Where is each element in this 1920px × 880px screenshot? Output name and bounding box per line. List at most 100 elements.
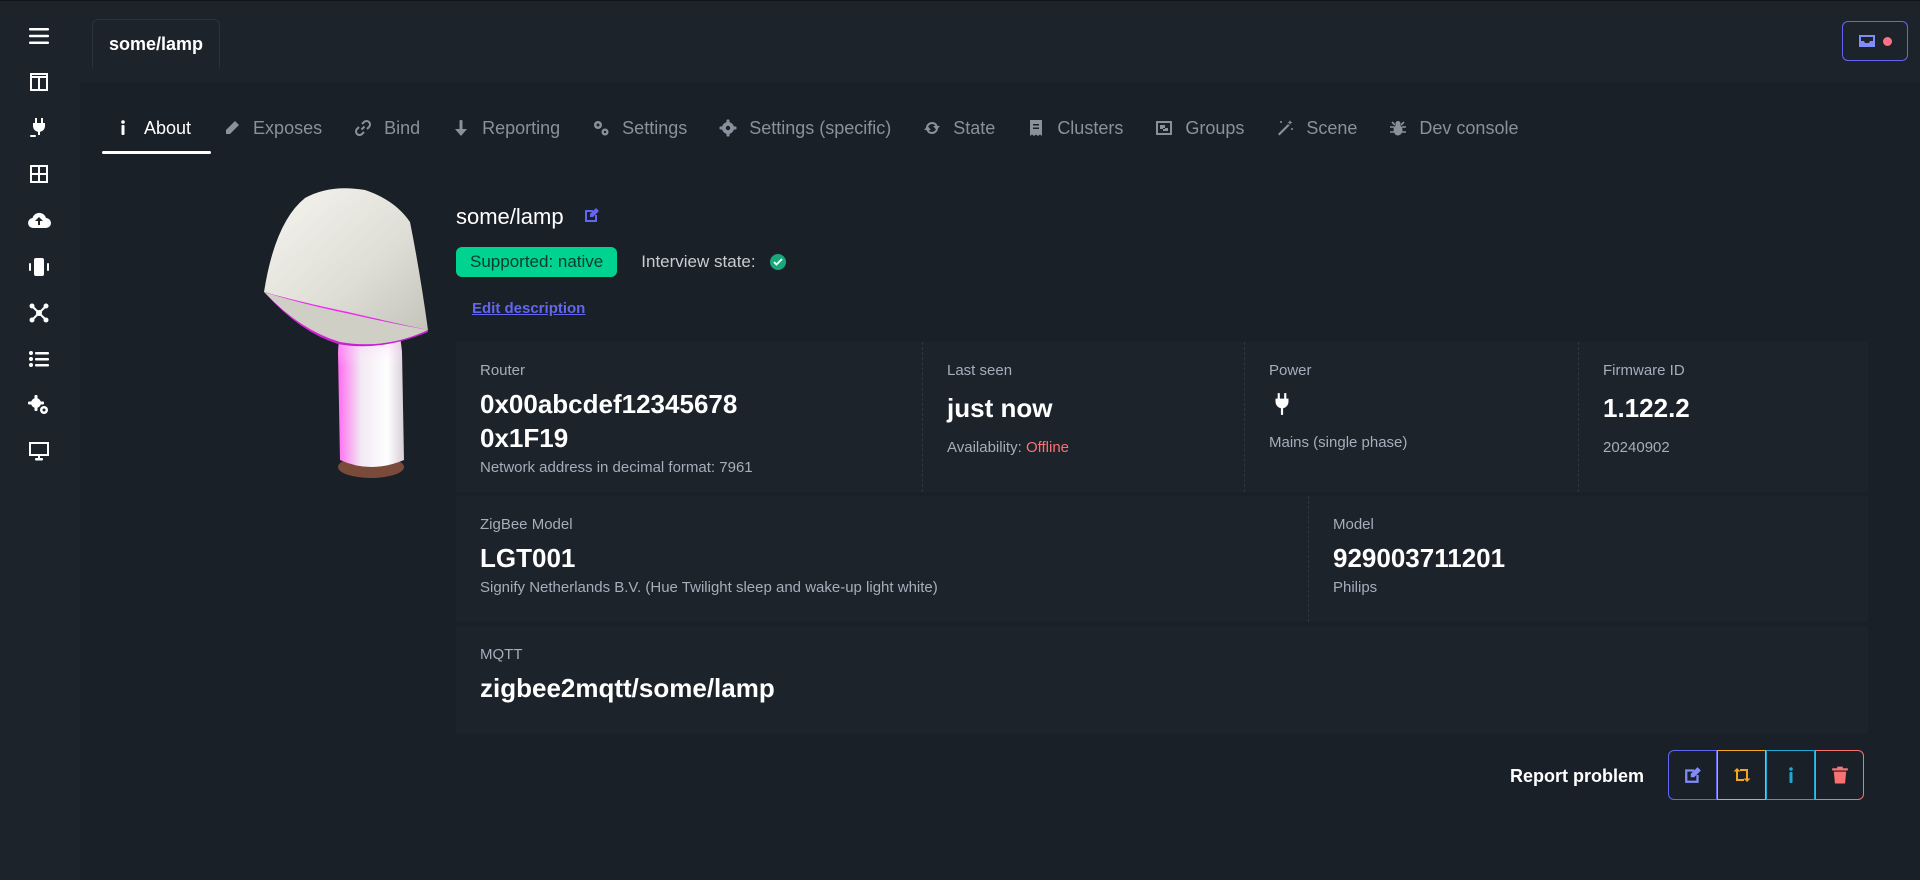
- tab-settings[interactable]: Settings: [580, 102, 707, 154]
- remove-device-button[interactable]: [1815, 750, 1864, 800]
- bug-icon: [1390, 121, 1407, 136]
- stat-title: Firmware ID: [1603, 362, 1685, 379]
- arrow-down-icon: [455, 120, 468, 136]
- grid-icon[interactable]: [24, 159, 54, 189]
- tab-label: Groups: [1185, 117, 1245, 138]
- zigbee-model-value: LGT001: [480, 543, 576, 573]
- last-seen-value: just now: [947, 393, 1053, 423]
- tab-groups[interactable]: Groups: [1143, 102, 1264, 154]
- gears-icon: [594, 121, 609, 136]
- edit-icon: [1684, 767, 1701, 783]
- gears-icon[interactable]: [24, 390, 54, 420]
- tab-label: Reporting: [482, 117, 561, 138]
- trash-icon: [1831, 766, 1848, 784]
- device-tab[interactable]: some/lamp: [92, 19, 220, 68]
- model-vendor: Philips: [1333, 579, 1378, 596]
- retweet-icon: [1733, 768, 1750, 782]
- stat-title: Router: [480, 362, 526, 379]
- rename-device-button[interactable]: [1668, 750, 1717, 800]
- device-header: some/lamp: [456, 204, 600, 230]
- interview-label: Interview state:: [641, 252, 756, 271]
- availability-status: Offline: [1025, 439, 1070, 456]
- zigbee-model-vendor: Signify Netherlands B.V. (Hue Twilight s…: [480, 579, 938, 596]
- network-address-decimal: Network address in decimal format: 7961: [480, 459, 753, 476]
- stats-row-network: Router 0x00abcdef12345678 0x1F19 Network…: [456, 342, 1868, 492]
- tab-exposes[interactable]: Exposes: [211, 102, 342, 154]
- tab-dev-console[interactable]: Dev console: [1377, 102, 1538, 154]
- firmware-date: 20240902: [1603, 439, 1670, 456]
- plug-icon[interactable]: [24, 113, 54, 143]
- stats-row-model: ZigBee Model LGT001 Signify Netherlands …: [456, 496, 1868, 622]
- tab-label: Clusters: [1057, 117, 1124, 138]
- object-group-icon: [1156, 121, 1173, 135]
- tab-settings-specific[interactable]: Settings (specific): [707, 102, 911, 154]
- monitor-icon[interactable]: [24, 436, 54, 466]
- info-icon: [121, 120, 125, 135]
- stat-title: Power: [1269, 362, 1312, 379]
- stat-title: Model: [1333, 516, 1374, 533]
- link-icon: [355, 119, 372, 137]
- stat-last-seen: Last seen just now Availability: Offline: [922, 342, 1244, 492]
- tab-reporting[interactable]: Reporting: [440, 102, 580, 154]
- notification-dot: [1882, 36, 1892, 46]
- stat-power: Power Mains (single phase): [1244, 342, 1578, 492]
- availability-label: Availability:: [947, 439, 1022, 456]
- cloud-upload-icon[interactable]: [24, 206, 54, 236]
- inbox-icon: [1858, 35, 1875, 47]
- tab-label: State: [953, 117, 996, 138]
- tab-label: Exposes: [253, 117, 323, 138]
- availability: Availability: Offline: [947, 439, 1220, 456]
- top-bar: some/lamp: [80, 0, 1920, 82]
- stats-row-mqtt: MQTT zigbee2mqtt/some/lamp: [456, 626, 1868, 734]
- list-icon[interactable]: [24, 344, 54, 374]
- support-badge: Supported: native: [456, 247, 618, 277]
- report-problem-link[interactable]: Report problem: [1510, 766, 1644, 787]
- tab-bind[interactable]: Bind: [342, 102, 440, 154]
- pencil-icon: [226, 121, 240, 134]
- tab-label: Scene: [1306, 117, 1358, 138]
- stat-model: Model 929003711201 Philips: [1308, 496, 1868, 622]
- stat-router: Router 0x00abcdef12345678 0x1F19 Network…: [456, 342, 922, 492]
- magic-wand-icon: [1278, 120, 1294, 136]
- stat-title: MQTT: [480, 646, 523, 663]
- tab-about[interactable]: About: [102, 102, 212, 154]
- reconfigure-button[interactable]: [1717, 750, 1766, 800]
- stat-zigbee-model: ZigBee Model LGT001 Signify Netherlands …: [456, 496, 1308, 622]
- tab-label: Settings (specific): [749, 117, 892, 138]
- tab-state[interactable]: State: [911, 102, 1015, 154]
- stat-title: ZigBee Model: [480, 516, 573, 533]
- tab-label: Settings: [622, 117, 688, 138]
- plug-icon: [1269, 389, 1554, 430]
- stat-firmware: Firmware ID 1.122.2 20240902: [1578, 342, 1868, 492]
- notifications-button[interactable]: [1842, 21, 1908, 61]
- ieee-address: 0x00abcdef12345678: [480, 389, 738, 419]
- menu-icon[interactable]: [24, 21, 54, 51]
- sidebar: [0, 0, 80, 880]
- tab-scene[interactable]: Scene: [1264, 102, 1377, 154]
- edit-description-link[interactable]: Edit description: [472, 300, 585, 317]
- gear-icon: [719, 119, 737, 137]
- network-address: 0x1F19: [480, 423, 569, 453]
- network-icon[interactable]: [24, 298, 54, 328]
- firmware-version: 1.122.2: [1603, 393, 1690, 423]
- device-actions: [1668, 750, 1864, 800]
- interview-button[interactable]: [1766, 750, 1815, 800]
- device-page: About Exposes Bind Reporting Settings Se…: [80, 82, 1920, 880]
- dashboard-icon[interactable]: [24, 67, 54, 97]
- tab-label: Dev console: [1419, 117, 1519, 138]
- edit-name-icon[interactable]: [584, 207, 600, 228]
- tab-label: About: [144, 117, 192, 138]
- interview-state: Interview state:: [641, 252, 786, 272]
- mqtt-topic: zigbee2mqtt/some/lamp: [480, 673, 775, 703]
- tab-clusters[interactable]: Clusters: [1015, 102, 1143, 154]
- info-icon: [1788, 767, 1793, 783]
- stat-mqtt: MQTT zigbee2mqtt/some/lamp: [456, 626, 1868, 734]
- model-number: 929003711201: [1333, 543, 1506, 573]
- stat-title: Last seen: [947, 362, 1013, 379]
- vibrate-phone-icon[interactable]: [24, 252, 54, 282]
- device-name: some/lamp: [456, 204, 564, 229]
- refresh-icon: [924, 122, 941, 134]
- tab-label: Bind: [384, 117, 421, 138]
- device-status-row: Supported: native Interview state:: [456, 247, 786, 277]
- receipt-icon: [1030, 120, 1043, 136]
